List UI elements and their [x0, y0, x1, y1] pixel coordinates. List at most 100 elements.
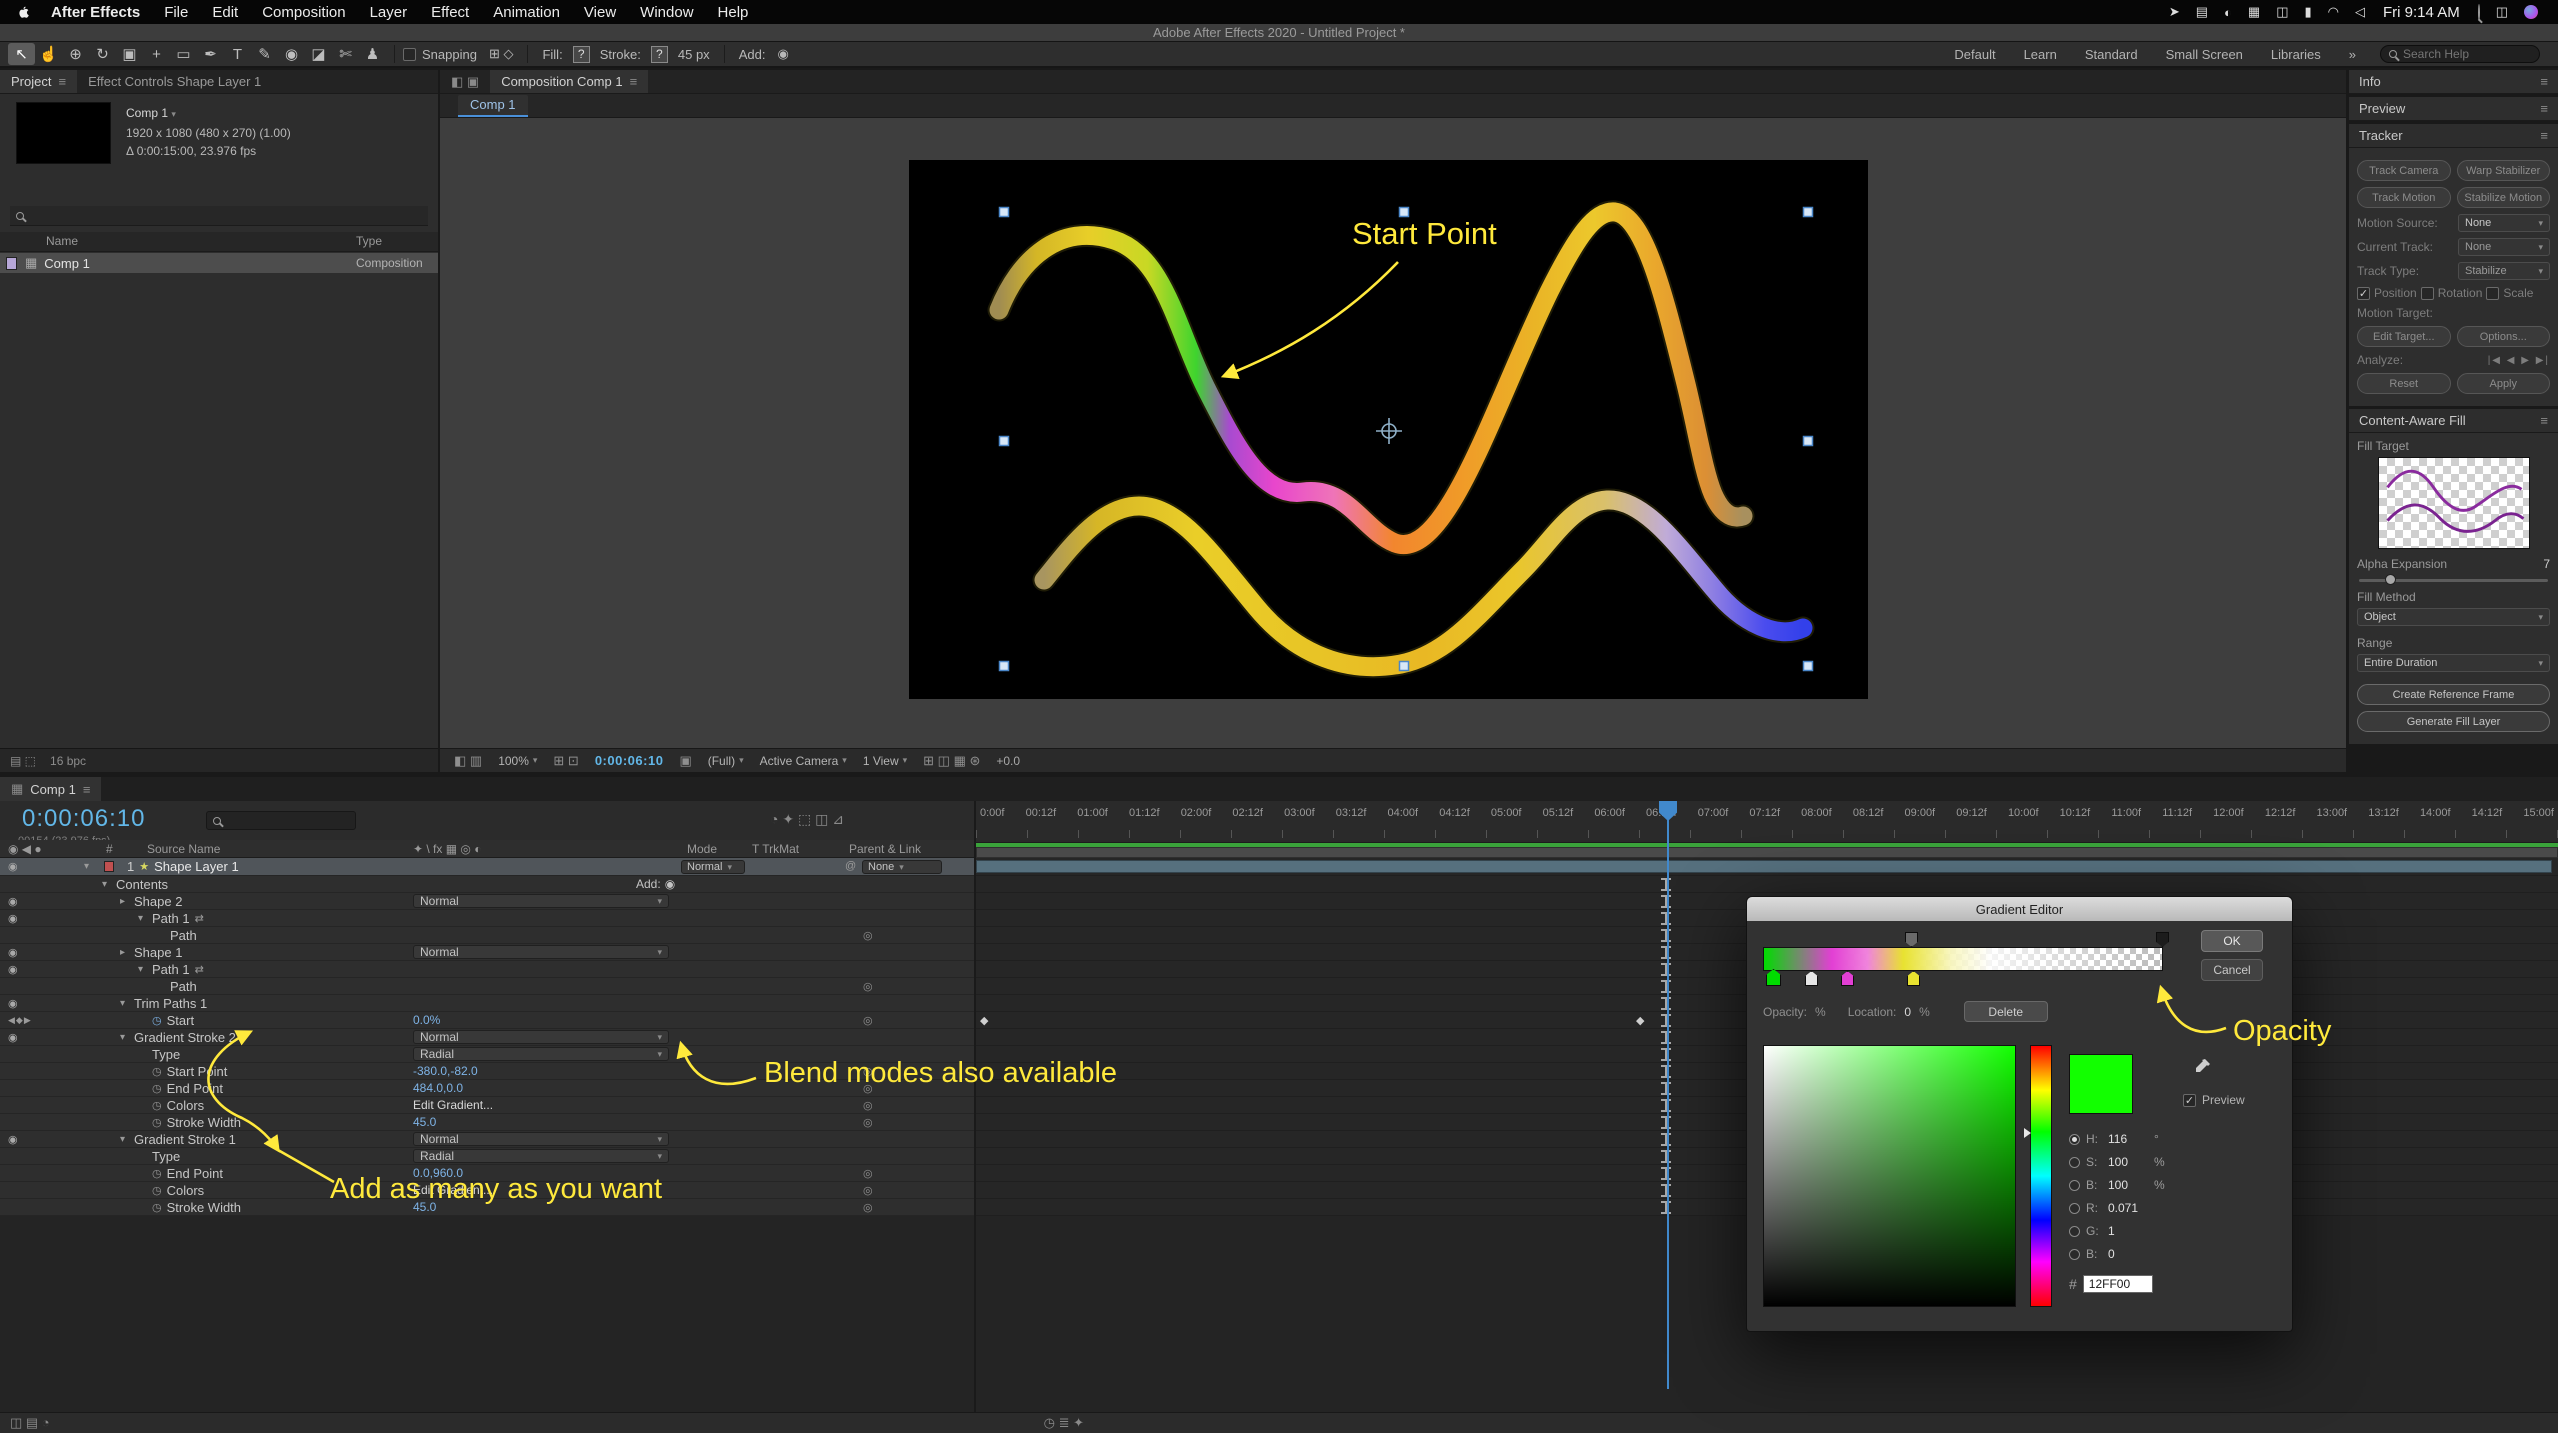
pen-tool[interactable]: ✒ [197, 43, 224, 65]
exposure-value[interactable]: +0.0 [996, 754, 1020, 768]
caf-panel-header[interactable]: Content-Aware Fill≡ [2349, 409, 2558, 433]
zoom-tool[interactable]: ⊕ [62, 43, 89, 65]
spotlight-icon[interactable] [2470, 5, 2488, 20]
stopwatch-icon[interactable]: ◷ [152, 1167, 162, 1180]
selection-handle[interactable] [1804, 437, 1813, 446]
menu-item[interactable]: Effect [419, 4, 481, 21]
help-searchbox[interactable] [2380, 45, 2540, 63]
layer-name[interactable]: Shape Layer 1 [154, 859, 239, 874]
ok-button[interactable]: OK [2201, 930, 2263, 952]
property-value[interactable]: 484.0,0.0 [413, 1081, 463, 1095]
layer-label-color[interactable] [104, 861, 114, 872]
panel-menu-icon[interactable]: ≡ [2540, 101, 2548, 116]
property-value[interactable]: 0.0% [413, 1013, 440, 1027]
time-ruler[interactable]: 0:00f00:12f01:00f01:12f02:00f02:12f03:00… [976, 801, 2558, 843]
component-radio[interactable] [2069, 1203, 2080, 1214]
preview-panel-header[interactable]: Preview≡ [2349, 97, 2558, 121]
property-label[interactable]: Gradient Stroke 2 [134, 1030, 236, 1045]
view-layout-dropdown[interactable]: 1 View▾ [863, 754, 907, 768]
blend-mode-dropdown[interactable]: Radial▾ [413, 1149, 669, 1163]
selection-handle[interactable] [1400, 208, 1409, 217]
volume-status-icon[interactable]: ◁ [2347, 4, 2373, 20]
twirl-icon[interactable]: ▾ [134, 964, 147, 975]
property-label[interactable]: Path [170, 979, 197, 994]
twirl-icon[interactable]: ▸ [116, 896, 129, 907]
path-direction-icon[interactable]: ⇄ [195, 963, 204, 976]
selection-tool[interactable]: ↖ [8, 43, 35, 65]
timeline-pane-divider[interactable] [974, 801, 976, 1433]
motion-source-dropdown[interactable]: None▾ [2458, 214, 2550, 232]
track-camera-tool[interactable]: ▣ [116, 43, 143, 65]
menu-item[interactable]: Composition [250, 4, 357, 21]
moon-status-icon[interactable]: ◐ [2216, 5, 2240, 20]
stabilize-motion-button[interactable]: Stabilize Motion [2457, 187, 2551, 208]
layer-blend-mode-dropdown[interactable]: Normal▾ [681, 860, 745, 874]
twirl-icon[interactable]: ▾ [116, 1134, 129, 1145]
playhead-line[interactable] [1667, 801, 1669, 1389]
siri-icon[interactable] [2524, 5, 2538, 19]
tracker-panel-header[interactable]: Tracker≡ [2349, 124, 2558, 148]
workspace-tab[interactable]: Default [1940, 47, 2009, 62]
property-label[interactable]: Stroke Width [167, 1115, 241, 1130]
stopwatch-icon[interactable]: ◷ [152, 1065, 162, 1078]
stopwatch-icon[interactable]: ◷ [152, 1014, 162, 1027]
workspace-more-chevron[interactable]: » [2335, 47, 2370, 62]
property-label[interactable]: Start Point [167, 1064, 228, 1079]
wifi-status-icon[interactable]: ◠ [2320, 4, 2347, 20]
apply-button[interactable]: Apply [2457, 373, 2551, 394]
gradient-preview-strip[interactable] [1763, 947, 2163, 971]
component-radio[interactable] [2069, 1134, 2080, 1145]
viewer-toolbar-icons-c[interactable]: ⊞ ◫ ▦ ⊛ [923, 753, 980, 769]
menu-item[interactable]: Window [628, 4, 705, 21]
workspace-tab[interactable]: Libraries [2257, 47, 2335, 62]
snapping-checkbox[interactable] [403, 48, 416, 61]
stopwatch-icon[interactable]: ◷ [152, 1082, 162, 1095]
add-circle-icon[interactable]: ◉ [777, 46, 788, 62]
bluetooth-status-icon[interactable]: ◫ [2268, 4, 2296, 20]
magnification-dropdown[interactable]: 100%▾ [498, 754, 537, 768]
display-status-icon[interactable]: ▤ [2188, 4, 2216, 20]
puppet-pin-tool[interactable]: ♟ [359, 43, 386, 65]
visibility-eye-icon[interactable]: ◉ [8, 963, 18, 976]
visibility-eye-icon[interactable]: ◉ [8, 860, 18, 873]
color-component-row[interactable]: B: 0 [2069, 1246, 2165, 1262]
property-value[interactable]: 45.0 [413, 1115, 436, 1129]
clone-stamp-tool[interactable]: ◉ [278, 43, 305, 65]
comp-thumbnail[interactable] [16, 102, 111, 164]
color-component-row[interactable]: H: 116 ° [2069, 1131, 2165, 1147]
analyze-transport-icons[interactable]: |◀ ◀ ▶ ▶| [2488, 355, 2550, 366]
info-panel-header[interactable]: Info≡ [2349, 70, 2558, 94]
bpc-toggle[interactable]: 16 bpc [50, 754, 86, 768]
label-color-chip[interactable] [6, 257, 17, 270]
pickwhip-ring-icon[interactable]: ◎ [863, 1082, 873, 1095]
layer-anchor-point[interactable] [1376, 418, 1402, 444]
timeline-tab-comp1[interactable]: ▦ Comp 1 ≡ [0, 777, 101, 801]
property-label[interactable]: Type [152, 1149, 180, 1164]
snapshot-icon[interactable]: ▣ [679, 753, 691, 769]
panel-menu-icon[interactable]: ≡ [2540, 413, 2548, 428]
parent-link-dropdown[interactable]: None▾ [862, 860, 942, 874]
property-value[interactable]: -380.0,-82.0 [413, 1064, 478, 1078]
snapping-option-icons[interactable]: ⊞ ◇ [489, 46, 514, 62]
menu-item[interactable]: Animation [481, 4, 572, 21]
alpha-expansion-value[interactable]: 7 [2543, 557, 2550, 571]
property-label[interactable]: End Point [167, 1166, 223, 1181]
pickwhip-ring-icon[interactable]: ◎ [863, 1014, 873, 1027]
stopwatch-icon[interactable]: ◷ [152, 1201, 162, 1214]
preview-option[interactable]: ✓ Preview [2183, 1093, 2245, 1107]
track-motion-button[interactable]: Track Motion [2357, 187, 2451, 208]
column-parent-link[interactable]: Parent & Link [849, 842, 921, 856]
resolution-dropdown[interactable]: (Full)▾ [708, 754, 744, 768]
panel-menu-icon[interactable]: ≡ [630, 74, 638, 89]
alpha-expansion-slider[interactable] [2359, 579, 2548, 582]
composition-canvas[interactable] [909, 160, 1868, 699]
timeline-search[interactable] [206, 811, 356, 830]
track-camera-button[interactable]: Track Camera [2357, 160, 2451, 181]
pickwhip-ring-icon[interactable]: ◎ [863, 1065, 873, 1078]
selection-handle[interactable] [1804, 208, 1813, 217]
project-search[interactable] [10, 206, 428, 226]
tab-composition[interactable]: Composition Comp 1 ≡ [490, 70, 648, 93]
menu-item[interactable]: Help [706, 4, 761, 21]
viewer-panel-icons[interactable]: ◧ ▣ [440, 70, 490, 93]
component-radio[interactable] [2069, 1157, 2080, 1168]
